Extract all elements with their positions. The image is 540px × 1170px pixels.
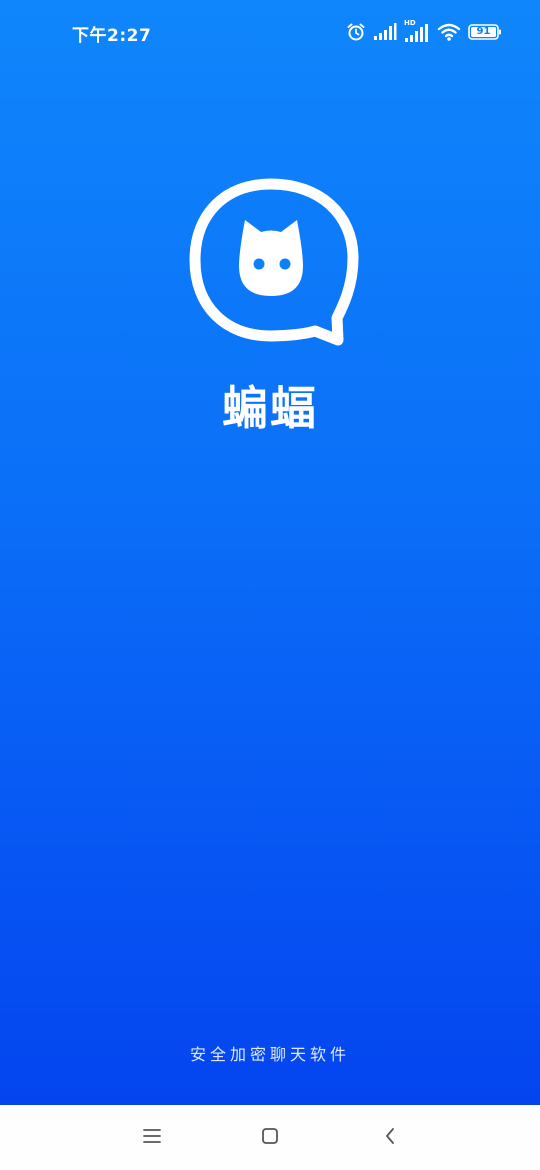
back-icon bbox=[383, 1127, 397, 1149]
battery-icon: 91 bbox=[468, 23, 502, 41]
signal-icon bbox=[373, 23, 397, 41]
wifi-icon bbox=[437, 22, 461, 42]
status-icons: HD 91 bbox=[346, 19, 502, 44]
home-button[interactable] bbox=[255, 1123, 285, 1153]
status-time: 下午2:27 bbox=[72, 26, 152, 46]
app-name: 蝙蝠 bbox=[222, 381, 318, 435]
signal-hd-icon: HD bbox=[404, 19, 430, 43]
back-button[interactable] bbox=[375, 1123, 405, 1153]
app-logo bbox=[187, 176, 361, 348]
alarm-icon bbox=[346, 22, 366, 42]
app-tagline: 安全加密聊天软件 bbox=[189, 1045, 350, 1064]
menu-icon bbox=[143, 1128, 161, 1148]
splash-screen: 下午2:27 HD 91 蝙蝠 安全加密聊天软件 bbox=[0, 0, 540, 1105]
navigation-bar bbox=[0, 1105, 540, 1170]
status-bar: 下午2:27 HD 91 bbox=[0, 0, 540, 64]
recent-apps-button[interactable] bbox=[137, 1123, 167, 1153]
battery-level: 91 bbox=[476, 26, 491, 37]
home-icon bbox=[261, 1127, 279, 1149]
